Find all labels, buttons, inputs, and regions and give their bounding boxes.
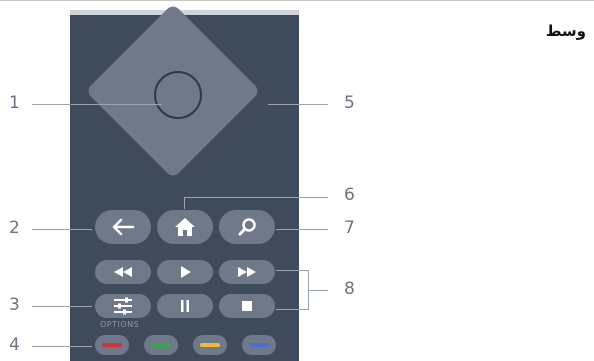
- back-icon: [112, 218, 135, 236]
- home-button[interactable]: [157, 210, 213, 244]
- options-label: OPTIONS: [100, 320, 140, 329]
- callout-line-7: [276, 229, 328, 230]
- callout-line-6: [184, 197, 328, 198]
- options-button[interactable]: [95, 294, 151, 318]
- green-key-bar: [151, 343, 171, 347]
- red-key-bar: [102, 343, 122, 347]
- callout-number-1: 1: [9, 93, 20, 113]
- blue-key-button[interactable]: [242, 335, 276, 355]
- callout-number-8: 8: [344, 279, 355, 299]
- fast-forward-button[interactable]: [219, 260, 275, 284]
- blue-key-bar: [249, 343, 269, 347]
- back-button[interactable]: [95, 210, 151, 244]
- page-heading: وسط: [545, 22, 586, 40]
- ok-button[interactable]: [154, 71, 202, 119]
- callout-number-4: 4: [9, 335, 20, 355]
- callout-number-5: 5: [344, 93, 355, 113]
- yellow-key-bar: [200, 343, 220, 347]
- stop-icon: [242, 301, 252, 311]
- callout-line-8-bottom: [276, 309, 308, 310]
- callout-number-2: 2: [9, 218, 20, 238]
- rewind-icon: [114, 267, 132, 277]
- play-button[interactable]: [157, 260, 213, 284]
- remote-control-diagram: OPTIONS: [70, 3, 299, 361]
- pause-icon: [181, 300, 189, 312]
- home-icon: [175, 218, 195, 236]
- green-key-button[interactable]: [144, 335, 178, 355]
- stop-button[interactable]: [219, 294, 275, 318]
- callout-line-8-top: [276, 270, 308, 271]
- red-key-button[interactable]: [95, 335, 129, 355]
- callout-line-3: [32, 306, 92, 307]
- callout-line-1: [32, 104, 162, 105]
- callout-line-5: [268, 104, 328, 105]
- play-icon: [181, 266, 191, 278]
- search-button[interactable]: [219, 210, 275, 244]
- rewind-button[interactable]: [95, 260, 151, 284]
- callout-number-7: 7: [344, 218, 355, 238]
- callout-number-6: 6: [344, 185, 355, 205]
- pause-button[interactable]: [157, 294, 213, 318]
- top-divider: [0, 0, 594, 1]
- callout-line-8-lead: [308, 290, 328, 291]
- callout-line-6-tick: [184, 197, 185, 209]
- options-icon: [114, 297, 132, 315]
- callout-line-4: [32, 346, 92, 347]
- callout-number-3: 3: [9, 295, 20, 315]
- yellow-key-button[interactable]: [193, 335, 227, 355]
- callout-line-2: [32, 229, 92, 230]
- search-icon: [238, 218, 256, 236]
- fast-forward-icon: [238, 267, 256, 277]
